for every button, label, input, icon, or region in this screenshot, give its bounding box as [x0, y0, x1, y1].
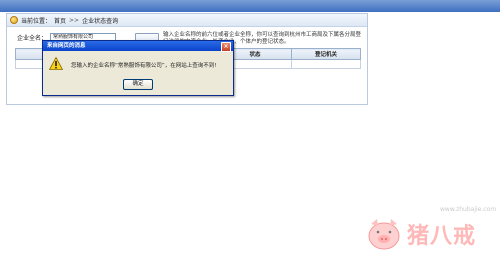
breadcrumb-separator: >>: [69, 16, 80, 24]
location-icon: [10, 16, 18, 24]
dialog-message: 您输入的企业名称“常熟服饰有限公司”，在网站上查询不到!: [71, 63, 217, 69]
dialog-title: 来自网页的消息: [47, 43, 86, 49]
dialog-title-bar: 来自网页的消息 ×: [43, 41, 233, 52]
breadcrumb-home-link[interactable]: 首页: [54, 16, 66, 25]
ok-button[interactable]: 确定: [123, 79, 153, 90]
watermark-brand: 猪八戒: [407, 223, 477, 249]
alert-dialog: 来自网页的消息 × 您输入的企业名称“常熟服饰有限公司”，在网站上查询不到! 确…: [42, 40, 234, 96]
column-header-authority: 登记机关: [291, 48, 361, 60]
breadcrumb-prefix: 当前位置：: [21, 17, 52, 25]
browser-top-bar: [0, 0, 500, 12]
watermark-url: www.zhubajie.com: [440, 206, 497, 213]
breadcrumb: 当前位置： 首页 >> 企业状态查询: [7, 14, 367, 27]
mascot-logo: [368, 219, 400, 250]
breadcrumb-current: 企业状态查询: [82, 17, 119, 25]
close-icon[interactable]: ×: [221, 42, 231, 52]
warning-icon: [49, 57, 63, 70]
